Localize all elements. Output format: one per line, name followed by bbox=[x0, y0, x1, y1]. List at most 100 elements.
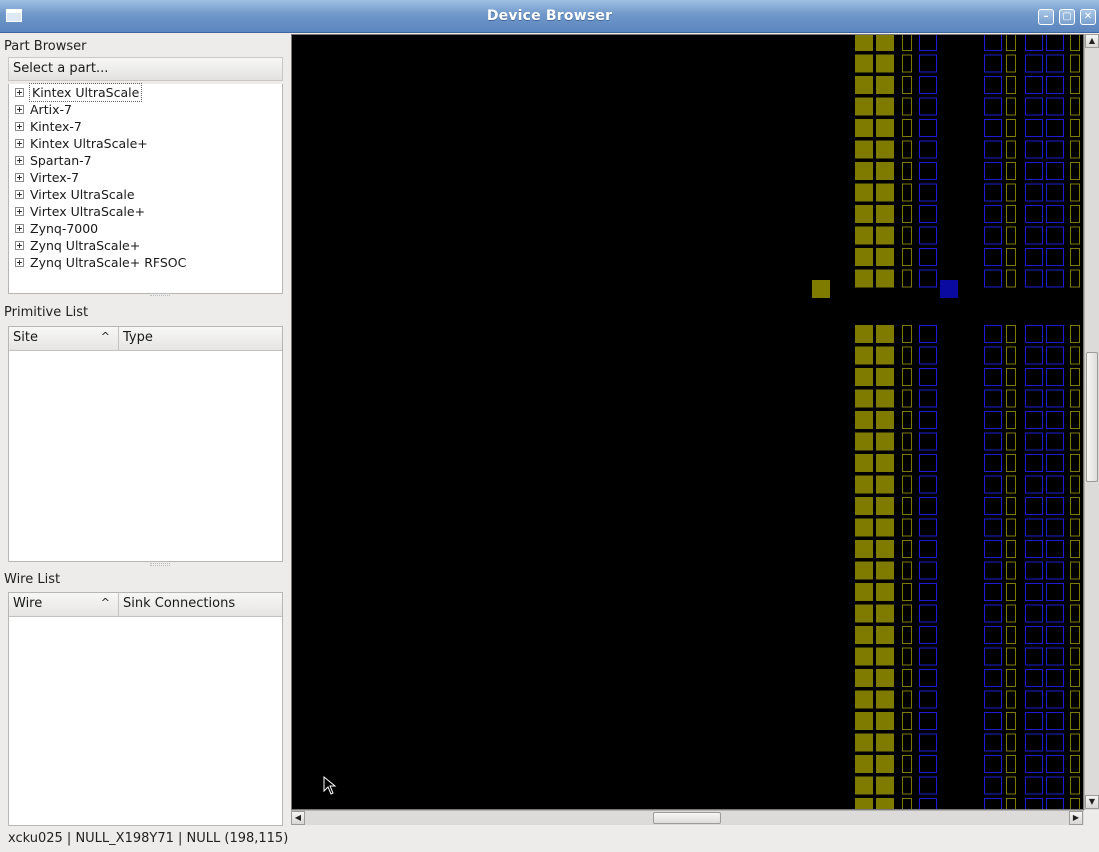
dsp-tile[interactable] bbox=[1025, 162, 1043, 180]
dsp-tile[interactable] bbox=[919, 690, 937, 709]
dsp-tile[interactable] bbox=[1025, 140, 1043, 159]
dsp-tile[interactable] bbox=[1025, 368, 1043, 386]
bram-tile[interactable] bbox=[1070, 755, 1080, 773]
bram-tile[interactable] bbox=[1070, 647, 1080, 666]
bram-tile[interactable] bbox=[1070, 140, 1080, 159]
dsp-tile[interactable] bbox=[1046, 205, 1064, 223]
bram-tile[interactable] bbox=[1070, 346, 1080, 365]
bram-tile[interactable] bbox=[1006, 389, 1016, 408]
dsp-tile[interactable] bbox=[984, 76, 1002, 94]
dsp-tile[interactable] bbox=[1046, 776, 1064, 795]
dsp-tile[interactable] bbox=[919, 119, 937, 137]
bram-tile[interactable] bbox=[1006, 583, 1016, 601]
dsp-tile[interactable] bbox=[919, 518, 937, 537]
dsp-tile[interactable] bbox=[919, 248, 937, 266]
bram-tile[interactable] bbox=[1070, 690, 1080, 709]
dsp-tile[interactable] bbox=[1046, 389, 1064, 408]
clb-tile[interactable] bbox=[855, 475, 873, 494]
dsp-tile[interactable] bbox=[919, 647, 937, 666]
clb-tile[interactable] bbox=[876, 583, 894, 601]
bram-tile[interactable] bbox=[902, 755, 912, 773]
dsp-tile[interactable] bbox=[1046, 76, 1064, 94]
dsp-tile[interactable] bbox=[984, 712, 1002, 730]
bram-tile[interactable] bbox=[1070, 733, 1080, 752]
expand-plus-icon[interactable] bbox=[15, 122, 24, 131]
clb-tile[interactable] bbox=[855, 35, 873, 51]
clb-tile[interactable] bbox=[876, 561, 894, 580]
bram-tile[interactable] bbox=[1006, 368, 1016, 386]
bram-tile[interactable] bbox=[1006, 346, 1016, 365]
expand-plus-icon[interactable] bbox=[15, 207, 24, 216]
bram-tile[interactable] bbox=[902, 140, 912, 159]
dsp-tile[interactable] bbox=[984, 183, 1002, 202]
dsp-tile[interactable] bbox=[1025, 325, 1043, 343]
dsp-tile[interactable] bbox=[1025, 76, 1043, 94]
clb-tile[interactable] bbox=[876, 411, 894, 429]
dsp-tile[interactable] bbox=[919, 583, 937, 601]
bram-tile[interactable] bbox=[1070, 669, 1080, 687]
dsp-tile[interactable] bbox=[1046, 248, 1064, 266]
bram-tile[interactable] bbox=[902, 432, 912, 451]
bram-tile[interactable] bbox=[902, 475, 912, 494]
clb-tile[interactable] bbox=[855, 540, 873, 558]
bram-tile[interactable] bbox=[902, 690, 912, 709]
bram-tile[interactable] bbox=[1070, 162, 1080, 180]
bram-tile[interactable] bbox=[1070, 497, 1080, 515]
dsp-tile[interactable] bbox=[919, 325, 937, 343]
bram-tile[interactable] bbox=[1006, 712, 1016, 730]
dsp-tile[interactable] bbox=[1046, 140, 1064, 159]
clb-tile[interactable] bbox=[876, 183, 894, 202]
clb-tile[interactable] bbox=[876, 690, 894, 709]
dsp-tile[interactable] bbox=[984, 368, 1002, 386]
bram-tile[interactable] bbox=[902, 411, 912, 429]
tree-item-part[interactable]: Virtex UltraScale+ bbox=[9, 203, 282, 220]
dsp-tile[interactable] bbox=[1046, 346, 1064, 365]
dsp-tile[interactable] bbox=[984, 162, 1002, 180]
clb-tile[interactable] bbox=[876, 205, 894, 223]
clb-tile[interactable] bbox=[855, 755, 873, 773]
clb-tile[interactable] bbox=[855, 119, 873, 137]
bram-tile[interactable] bbox=[1070, 712, 1080, 730]
dsp-tile[interactable] bbox=[919, 226, 937, 245]
dsp-tile[interactable] bbox=[984, 248, 1002, 266]
clb-tile[interactable] bbox=[855, 162, 873, 180]
bram-tile[interactable] bbox=[902, 162, 912, 180]
clb-tile[interactable] bbox=[876, 518, 894, 537]
bram-tile[interactable] bbox=[1070, 475, 1080, 494]
tree-item-part[interactable]: Kintex UltraScale bbox=[9, 83, 282, 102]
dsp-tile[interactable] bbox=[1025, 798, 1043, 811]
dsp-tile[interactable] bbox=[1046, 755, 1064, 773]
clb-tile[interactable] bbox=[855, 604, 873, 623]
dsp-tile[interactable] bbox=[1025, 346, 1043, 365]
dsp-tile[interactable] bbox=[984, 97, 1002, 116]
bram-tile[interactable] bbox=[1006, 76, 1016, 94]
dsp-tile[interactable] bbox=[919, 798, 937, 811]
vertical-scroll-thumb[interactable] bbox=[1086, 352, 1098, 482]
bram-tile[interactable] bbox=[1070, 798, 1080, 811]
clb-tile[interactable] bbox=[855, 226, 873, 245]
tree-item-part[interactable]: Zynq UltraScale+ bbox=[9, 237, 282, 254]
bram-tile[interactable] bbox=[902, 183, 912, 202]
bram-tile[interactable] bbox=[902, 325, 912, 343]
clb-tile[interactable] bbox=[855, 411, 873, 429]
bram-tile[interactable] bbox=[1006, 690, 1016, 709]
dsp-tile[interactable] bbox=[1025, 183, 1043, 202]
clb-tile[interactable] bbox=[855, 798, 873, 810]
dsp-tile[interactable] bbox=[1025, 626, 1043, 644]
dsp-tile[interactable] bbox=[984, 755, 1002, 773]
dsp-tile[interactable] bbox=[1025, 54, 1043, 73]
bram-tile[interactable] bbox=[1070, 226, 1080, 245]
dsp-tile[interactable] bbox=[984, 389, 1002, 408]
dsp-tile[interactable] bbox=[1025, 647, 1043, 666]
dsp-tile[interactable] bbox=[919, 561, 937, 580]
bram-tile[interactable] bbox=[1006, 497, 1016, 515]
clb-tile[interactable] bbox=[855, 140, 873, 159]
bram-tile[interactable] bbox=[1006, 54, 1016, 73]
dsp-tile[interactable] bbox=[1025, 540, 1043, 558]
dsp-tile[interactable] bbox=[1046, 325, 1064, 343]
dsp-tile[interactable] bbox=[984, 583, 1002, 601]
horizontal-scroll-thumb[interactable] bbox=[653, 812, 721, 824]
clb-tile[interactable] bbox=[876, 647, 894, 666]
dsp-tile[interactable] bbox=[919, 733, 937, 752]
clb-tile[interactable] bbox=[876, 497, 894, 515]
